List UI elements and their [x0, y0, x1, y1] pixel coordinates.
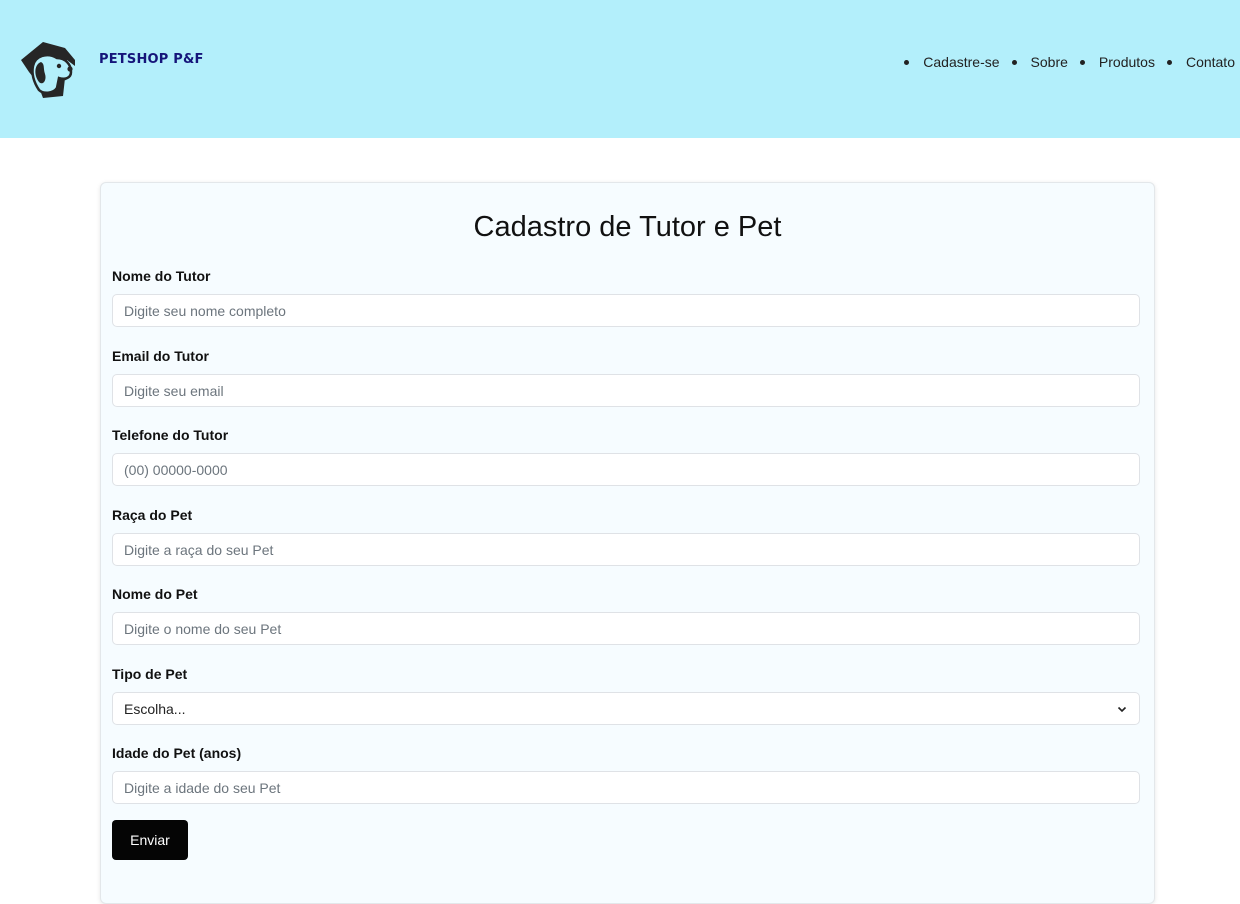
nav-item-cadastre-se[interactable]: Cadastre-se — [904, 54, 999, 70]
pet-breed-label: Raça do Pet — [112, 507, 193, 523]
pet-age-label: Idade do Pet (anos) — [112, 745, 242, 761]
registration-card: Cadastro de Tutor e Pet Nome do Tutor Em… — [100, 182, 1155, 904]
pet-name-label: Nome do Pet — [112, 586, 198, 602]
site-header: PETSHOP P&F Cadastre-se Sobre Produtos C… — [0, 0, 1240, 138]
main-nav: Cadastre-se Sobre Produtos Contato — [904, 52, 1235, 72]
pet-breed-input[interactable] — [112, 533, 1140, 566]
tutor-name-input[interactable] — [112, 294, 1140, 327]
nav-item-produtos[interactable]: Produtos — [1080, 54, 1155, 70]
submit-button[interactable]: Enviar — [112, 820, 188, 860]
pet-type-select[interactable]: Escolha... — [112, 692, 1140, 725]
nav-item-contato[interactable]: Contato — [1167, 54, 1235, 70]
tutor-phone-label: Telefone do Tutor — [112, 427, 229, 443]
pet-type-selected-value: Escolha... — [124, 700, 186, 717]
dog-face-icon[interactable] — [13, 36, 79, 102]
tutor-phone-input[interactable] — [112, 453, 1140, 486]
tutor-name-label: Nome do Tutor — [112, 268, 211, 284]
chevron-down-icon — [1117, 706, 1127, 712]
pet-name-input[interactable] — [112, 612, 1140, 645]
nav-item-sobre[interactable]: Sobre — [1012, 54, 1068, 70]
brand-name[interactable]: PETSHOP P&F — [99, 52, 204, 67]
form-title: Cadastro de Tutor e Pet — [473, 211, 782, 243]
pet-age-input[interactable] — [112, 771, 1140, 804]
tutor-email-input[interactable] — [112, 374, 1140, 407]
pet-type-label: Tipo de Pet — [112, 666, 188, 682]
tutor-email-label: Email do Tutor — [112, 348, 209, 364]
